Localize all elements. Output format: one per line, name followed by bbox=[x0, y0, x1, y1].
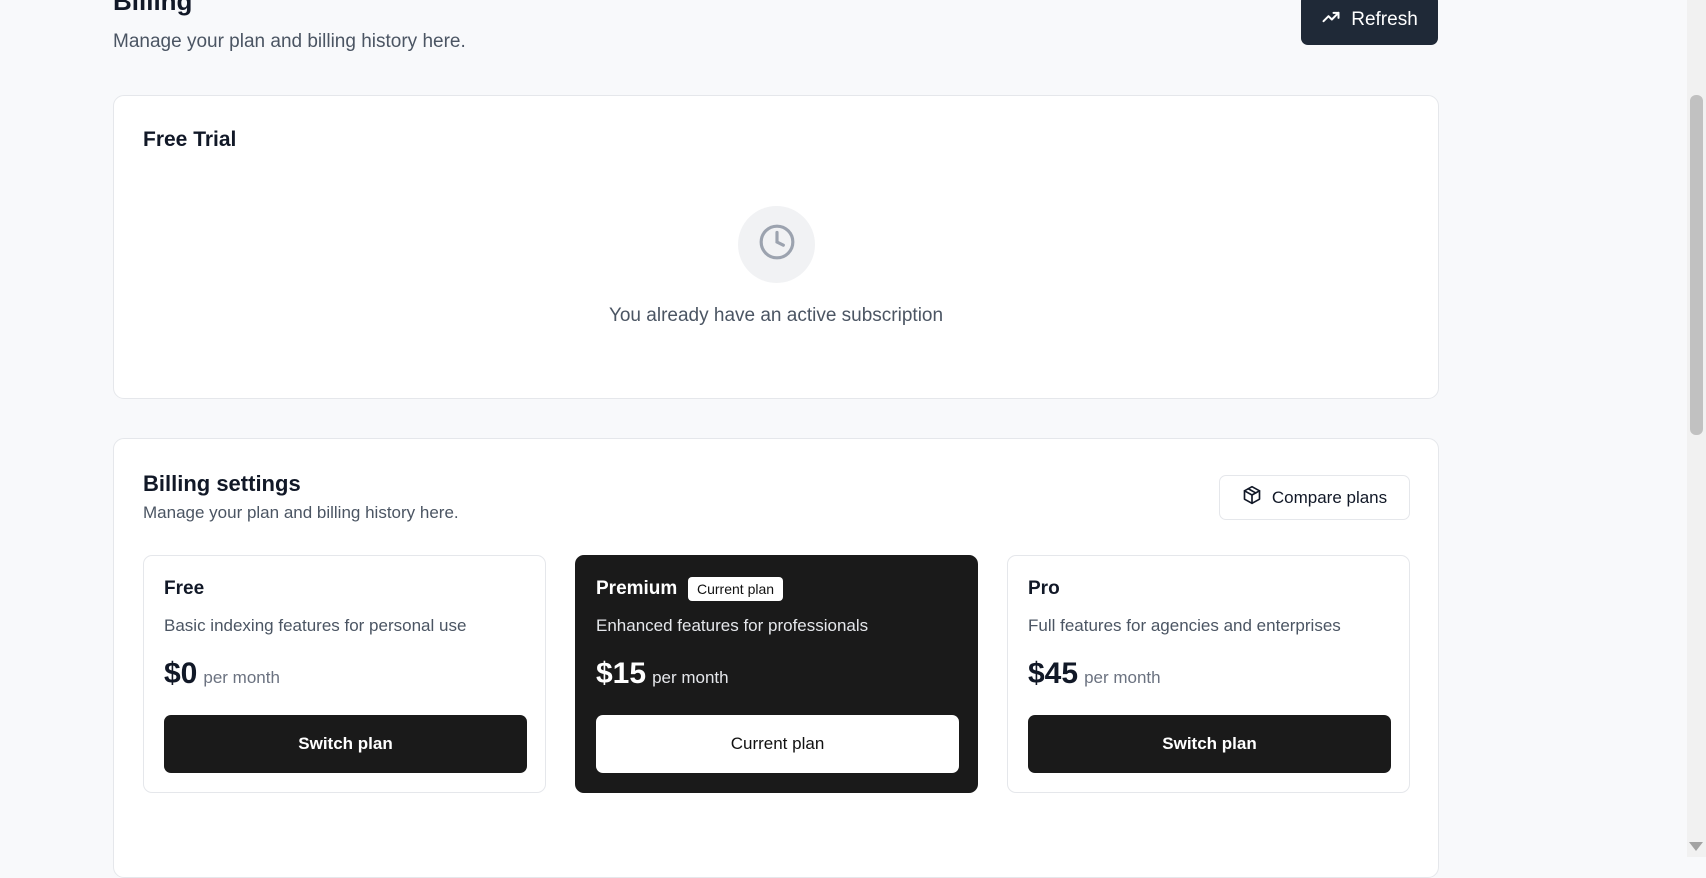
plan-card-free: Free Basic indexing features for persona… bbox=[143, 555, 546, 793]
clock-icon bbox=[758, 223, 796, 266]
billing-settings-card: Billing settings Manage your plan and bi… bbox=[113, 438, 1439, 878]
free-trial-title: Free Trial bbox=[143, 128, 237, 151]
plan-amount: $0 bbox=[164, 657, 198, 690]
plan-price: $45 per month bbox=[1028, 657, 1161, 691]
plan-period: per month bbox=[203, 668, 280, 687]
page-title: Billing bbox=[113, 0, 193, 16]
compare-plans-button[interactable]: Compare plans bbox=[1219, 475, 1410, 520]
current-plan-button[interactable]: Current plan bbox=[596, 715, 959, 773]
plan-description: Basic indexing features for personal use bbox=[164, 616, 467, 635]
compare-plans-label: Compare plans bbox=[1271, 487, 1388, 507]
plan-card-premium: Premium Current plan Enhanced features f… bbox=[575, 555, 978, 793]
plan-amount: $15 bbox=[596, 657, 647, 690]
refresh-button[interactable]: Refresh bbox=[1301, 0, 1438, 45]
plan-name: Pro bbox=[1028, 578, 1060, 599]
plan-description: Full features for agencies and enterpris… bbox=[1028, 616, 1341, 635]
plan-card-pro: Pro Full features for agencies and enter… bbox=[1007, 555, 1410, 793]
active-subscription-message: You already have an active subscription bbox=[608, 305, 944, 326]
free-trial-card: Free Trial You already have an active su… bbox=[113, 95, 1439, 399]
clock-icon-container bbox=[738, 206, 815, 283]
plan-amount: $45 bbox=[1028, 657, 1079, 690]
trending-up-icon bbox=[1321, 7, 1341, 33]
billing-settings-subtitle: Manage your plan and billing history her… bbox=[143, 503, 459, 522]
plan-period: per month bbox=[1084, 668, 1161, 687]
plan-name: Free bbox=[164, 578, 205, 599]
refresh-button-label: Refresh bbox=[1351, 8, 1418, 30]
package-icon bbox=[1242, 485, 1262, 510]
plan-description: Enhanced features for professionals bbox=[596, 616, 869, 635]
current-plan-badge: Current plan bbox=[688, 577, 784, 601]
switch-plan-button-pro[interactable]: Switch plan bbox=[1028, 715, 1391, 773]
plan-name: Premium bbox=[596, 578, 678, 599]
plan-price: $15 per month bbox=[596, 657, 729, 691]
page-subtitle: Manage your plan and billing history her… bbox=[113, 31, 466, 52]
billing-settings-title: Billing settings bbox=[143, 471, 301, 496]
switch-plan-button-free[interactable]: Switch plan bbox=[164, 715, 527, 773]
plan-price: $0 per month bbox=[164, 657, 280, 691]
scroll-down-arrow-icon[interactable] bbox=[1689, 842, 1703, 851]
plan-period: per month bbox=[652, 668, 729, 687]
scrollbar-thumb[interactable] bbox=[1690, 95, 1703, 435]
